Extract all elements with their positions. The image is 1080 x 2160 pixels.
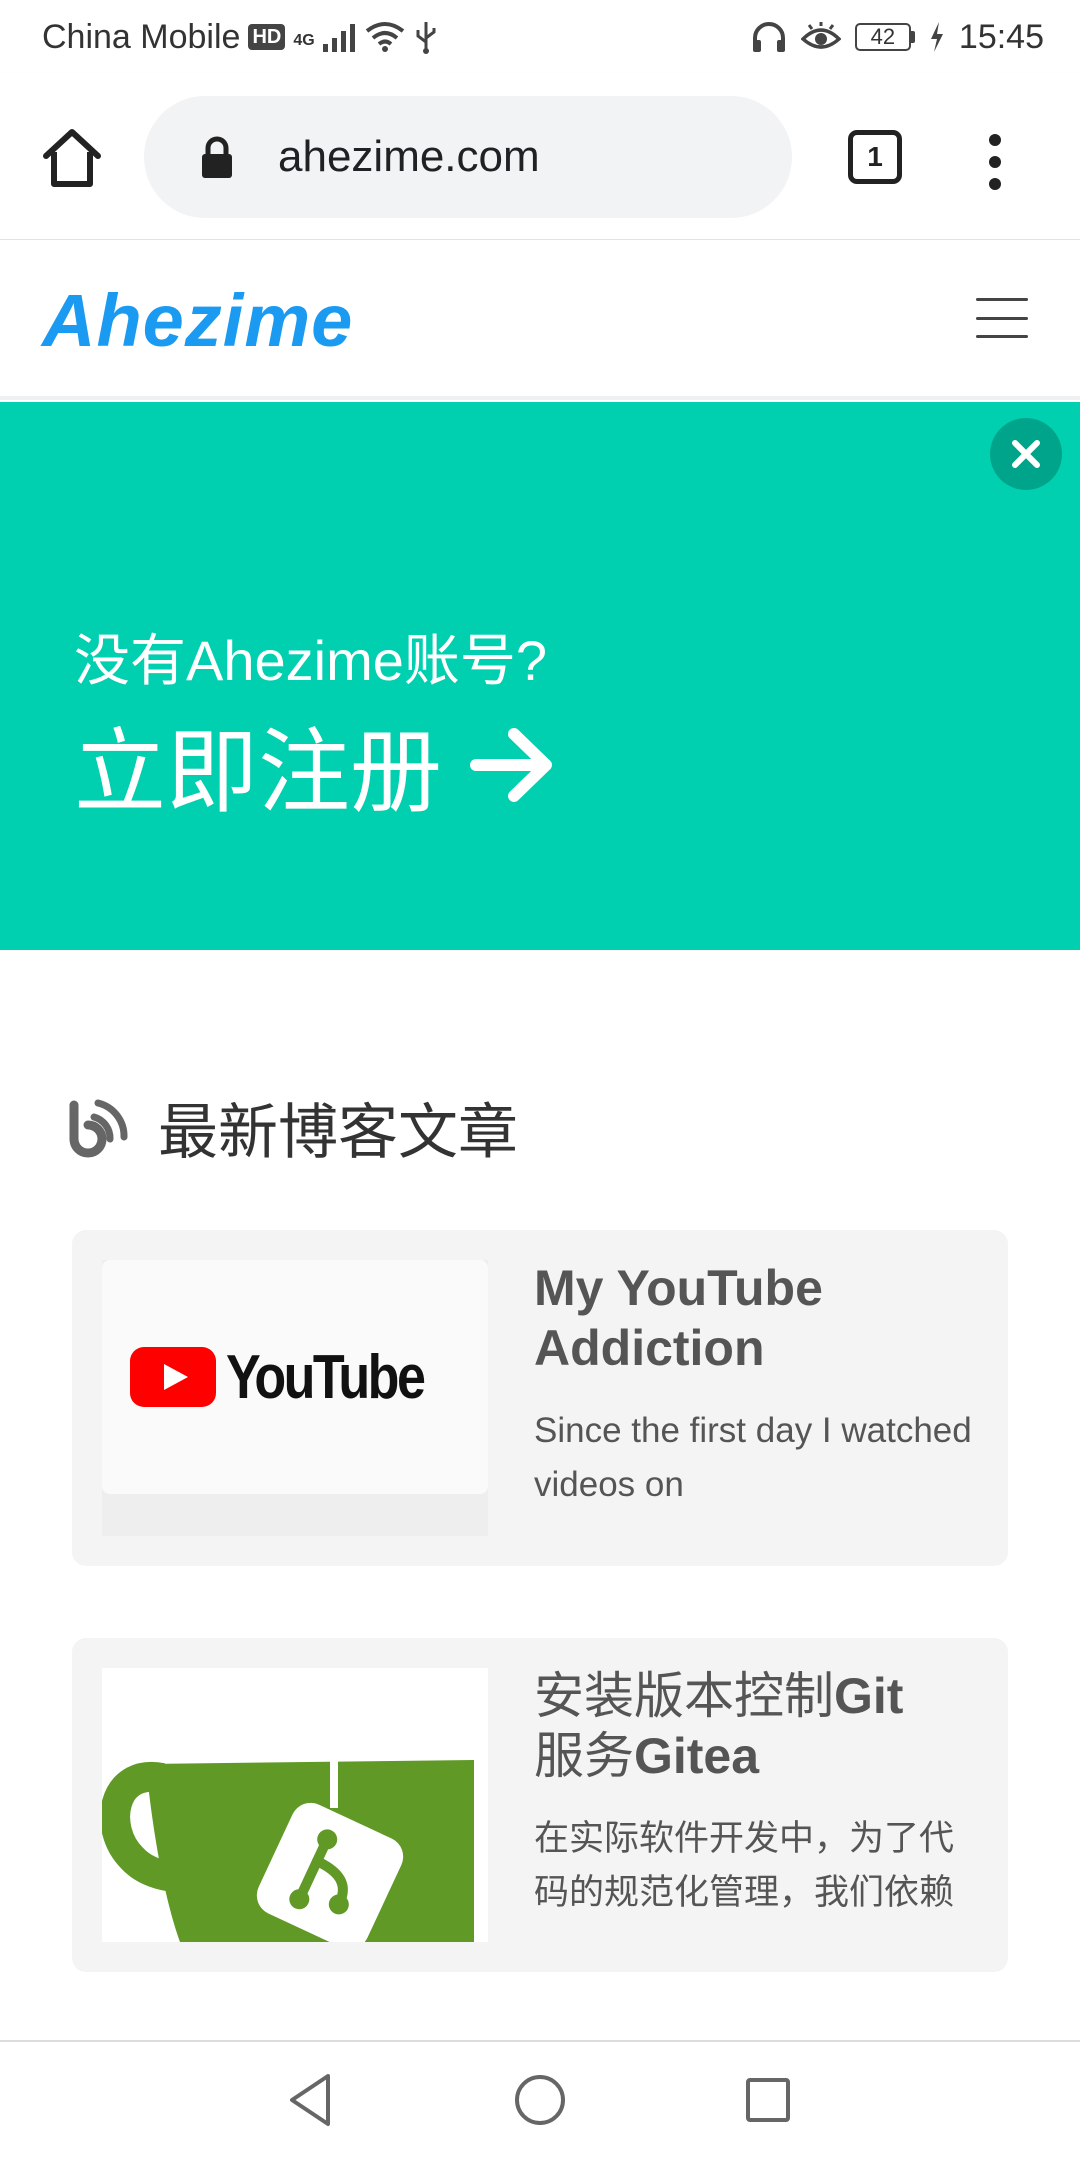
post-title-part: 安装版本控制 xyxy=(534,1668,834,1724)
post-excerpt: 在实际软件开发中，为了代码的规范化管理，我们依赖 xyxy=(534,1812,974,1924)
lock-icon xyxy=(202,136,232,178)
browser-toolbar: ahezime.com 1 xyxy=(0,74,1080,240)
close-icon xyxy=(1012,440,1040,468)
post-card[interactable]: YouTube My YouTube Addiction Since the f… xyxy=(72,1230,1008,1566)
register-banner[interactable]: 没有Ahezime账号? 立即注册 xyxy=(0,402,1080,950)
post-title[interactable]: My YouTube Addiction xyxy=(534,1258,974,1378)
more-vert-icon[interactable] xyxy=(980,132,1010,192)
post-body: My YouTube Addiction Since the first day… xyxy=(534,1258,974,1516)
clock: 15:45 xyxy=(958,17,1044,56)
wifi-icon xyxy=(365,22,404,52)
register-label: 立即注册 xyxy=(74,722,443,824)
url-text[interactable]: ahezime.com xyxy=(278,132,540,182)
post-thumbnail[interactable]: YouTube xyxy=(102,1260,488,1536)
post-title-bold: Gitea xyxy=(634,1728,760,1784)
url-bar[interactable]: ahezime.com xyxy=(144,96,792,218)
post-excerpt: Since the first day I watched videos on xyxy=(534,1404,974,1516)
tabs-icon[interactable]: 1 xyxy=(848,130,902,184)
square-recent-icon[interactable] xyxy=(746,2078,790,2122)
post-card[interactable]: 安装版本控制Git 服务Gitea 在实际软件开发中，为了代码的规范化管理，我们依… xyxy=(72,1638,1008,1972)
post-title-bold: Git xyxy=(834,1668,904,1724)
usb-icon xyxy=(416,22,436,54)
hd-badge: HD xyxy=(248,24,286,50)
arrow-right-icon xyxy=(470,727,553,802)
youtube-wordmark: YouTube xyxy=(225,1342,426,1412)
back-icon[interactable] xyxy=(286,2072,334,2128)
battery-tip xyxy=(910,31,915,43)
status-left: China Mobile HD 4G xyxy=(42,18,439,57)
charging-icon xyxy=(930,22,943,52)
latest-posts-heading: 最新博客文章 xyxy=(64,1084,518,1171)
home-icon[interactable] xyxy=(40,126,104,190)
signal-icon xyxy=(322,24,355,52)
close-banner-button[interactable] xyxy=(990,418,1062,490)
battery-level: 42 xyxy=(854,23,911,51)
post-thumbnail[interactable] xyxy=(102,1668,488,1942)
section-title: 最新博客文章 xyxy=(158,1099,518,1166)
status-right: 42 15:45 xyxy=(751,18,1044,57)
eye-comfort-icon xyxy=(800,22,841,49)
youtube-play-icon xyxy=(129,1347,216,1407)
hamburger-icon[interactable] xyxy=(976,298,1028,338)
site-header: Ahezime xyxy=(0,240,1080,400)
carrier-name: China Mobile xyxy=(42,17,241,56)
post-title-part: 服务 xyxy=(534,1728,634,1784)
status-bar: China Mobile HD 4G 42 15:45 xyxy=(0,0,1080,74)
post-title[interactable]: 安装版本控制Git 服务Gitea xyxy=(534,1666,974,1786)
network-type: 4G xyxy=(293,31,315,49)
headphones-icon xyxy=(752,22,785,52)
post-body: 安装版本控制Git 服务Gitea 在实际软件开发中，为了代码的规范化管理，我们依… xyxy=(534,1666,974,1924)
gitea-logo xyxy=(102,1688,474,1942)
system-nav-bar xyxy=(0,2040,1080,2160)
register-link[interactable]: 立即注册 xyxy=(74,698,556,831)
battery-indicator: 42 xyxy=(854,23,915,51)
site-logo[interactable]: Ahezime xyxy=(42,278,353,363)
banner-subtitle: 没有Ahezime账号? xyxy=(74,629,548,692)
youtube-logo: YouTube xyxy=(102,1260,488,1494)
circle-home-icon[interactable] xyxy=(514,2074,566,2126)
feed-icon xyxy=(69,1099,128,1157)
